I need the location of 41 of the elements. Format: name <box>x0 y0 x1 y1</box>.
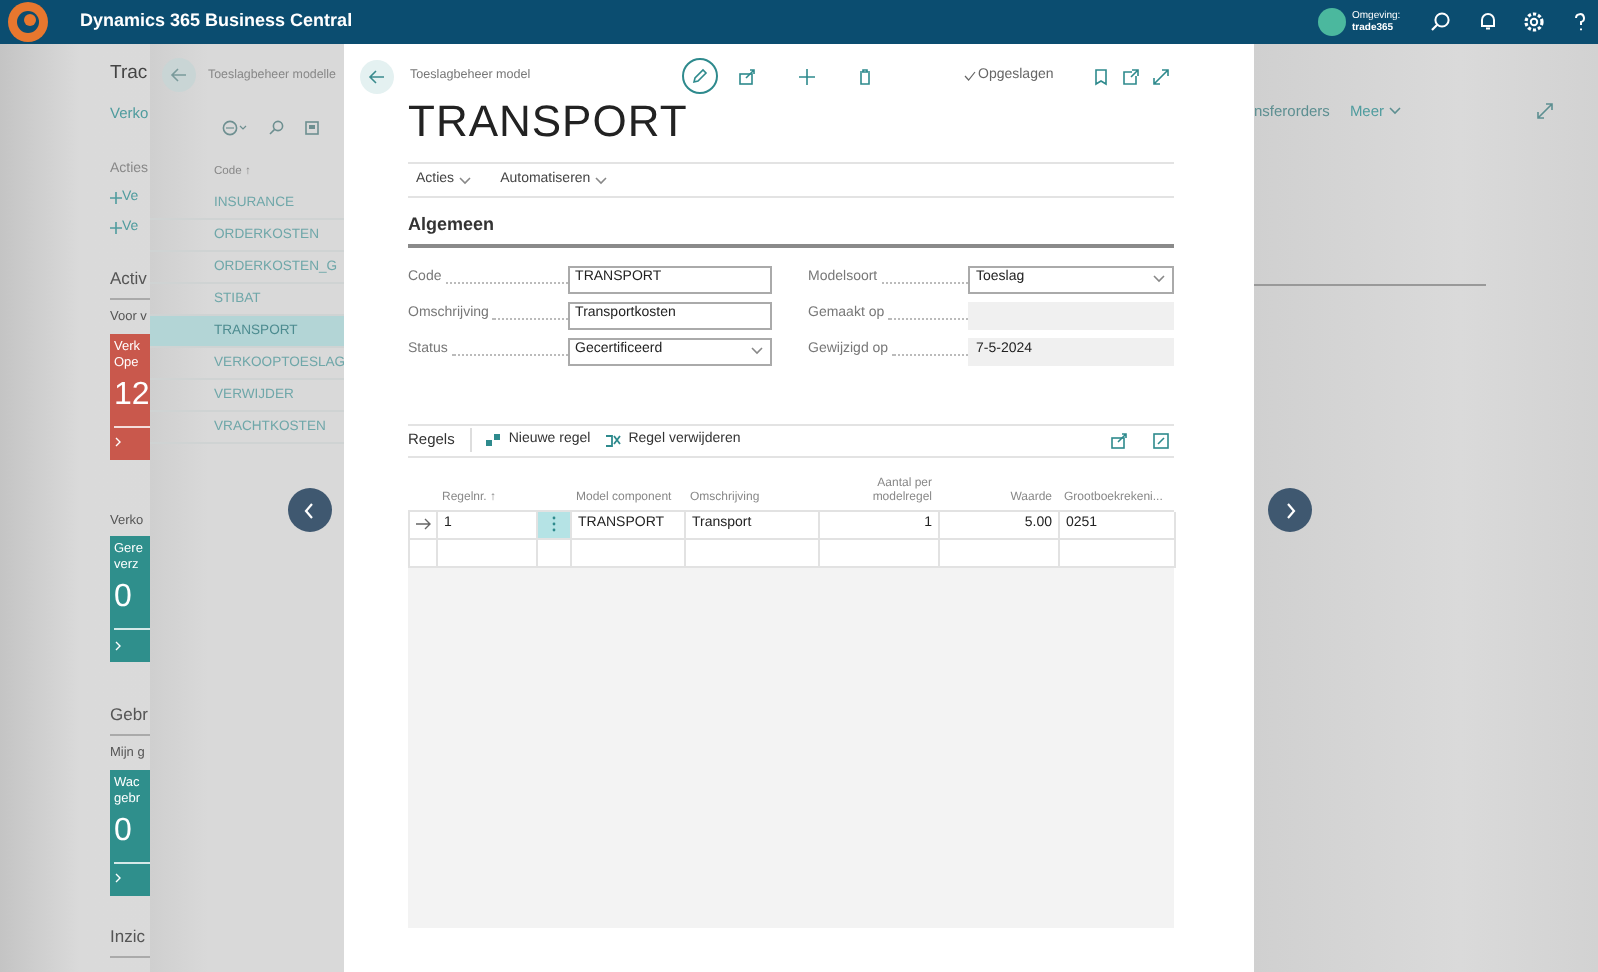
settings-icon[interactable] <box>1522 10 1546 34</box>
new-line-icon <box>486 433 503 447</box>
view-icon[interactable] <box>222 120 248 136</box>
section-heading: Algemeen <box>408 212 1174 247</box>
pencil-icon <box>692 68 708 84</box>
chevron-down-icon <box>1152 274 1166 284</box>
check-icon <box>964 70 976 82</box>
edit-button[interactable] <box>682 58 718 94</box>
back-arrow-icon <box>368 69 386 83</box>
chevron-right-icon <box>114 639 122 652</box>
share-icon[interactable] <box>738 67 756 85</box>
delete-line-icon <box>606 433 623 447</box>
open-window-icon[interactable] <box>1152 431 1170 449</box>
expand-icon[interactable] <box>1151 67 1170 85</box>
tile-value: 0 <box>114 578 134 619</box>
record-title: TRANSPORT <box>408 96 690 148</box>
expand-icon[interactable] <box>1536 102 1554 121</box>
chevron-right-icon <box>114 435 122 448</box>
chevron-down-icon <box>1388 106 1403 117</box>
app-title: Dynamics 365 Business Central <box>80 8 353 35</box>
tile-value: 12 <box>114 375 150 415</box>
chevron-down-icon <box>750 346 764 356</box>
row-indicator-icon <box>416 518 432 530</box>
bookmark-icon[interactable] <box>1091 67 1110 85</box>
bell-icon[interactable] <box>1476 10 1500 34</box>
avatar-icon[interactable] <box>1318 8 1346 36</box>
back-button[interactable] <box>360 59 394 93</box>
chevron-right-icon <box>114 872 122 885</box>
add-icon[interactable] <box>798 67 816 85</box>
share-icon[interactable] <box>1110 431 1128 449</box>
plus-icon <box>110 192 122 205</box>
delete-icon[interactable] <box>856 67 874 85</box>
layout-icon[interactable] <box>304 120 320 136</box>
chevron-down-icon <box>458 175 473 185</box>
page-title: Trac <box>110 60 150 88</box>
back-arrow-icon <box>170 68 188 82</box>
open-new-window-icon[interactable] <box>1121 67 1140 85</box>
chevron-down-icon <box>594 175 609 185</box>
search-icon[interactable] <box>1430 10 1454 34</box>
tile-value: 0 <box>114 811 134 852</box>
plus-icon <box>110 221 122 234</box>
